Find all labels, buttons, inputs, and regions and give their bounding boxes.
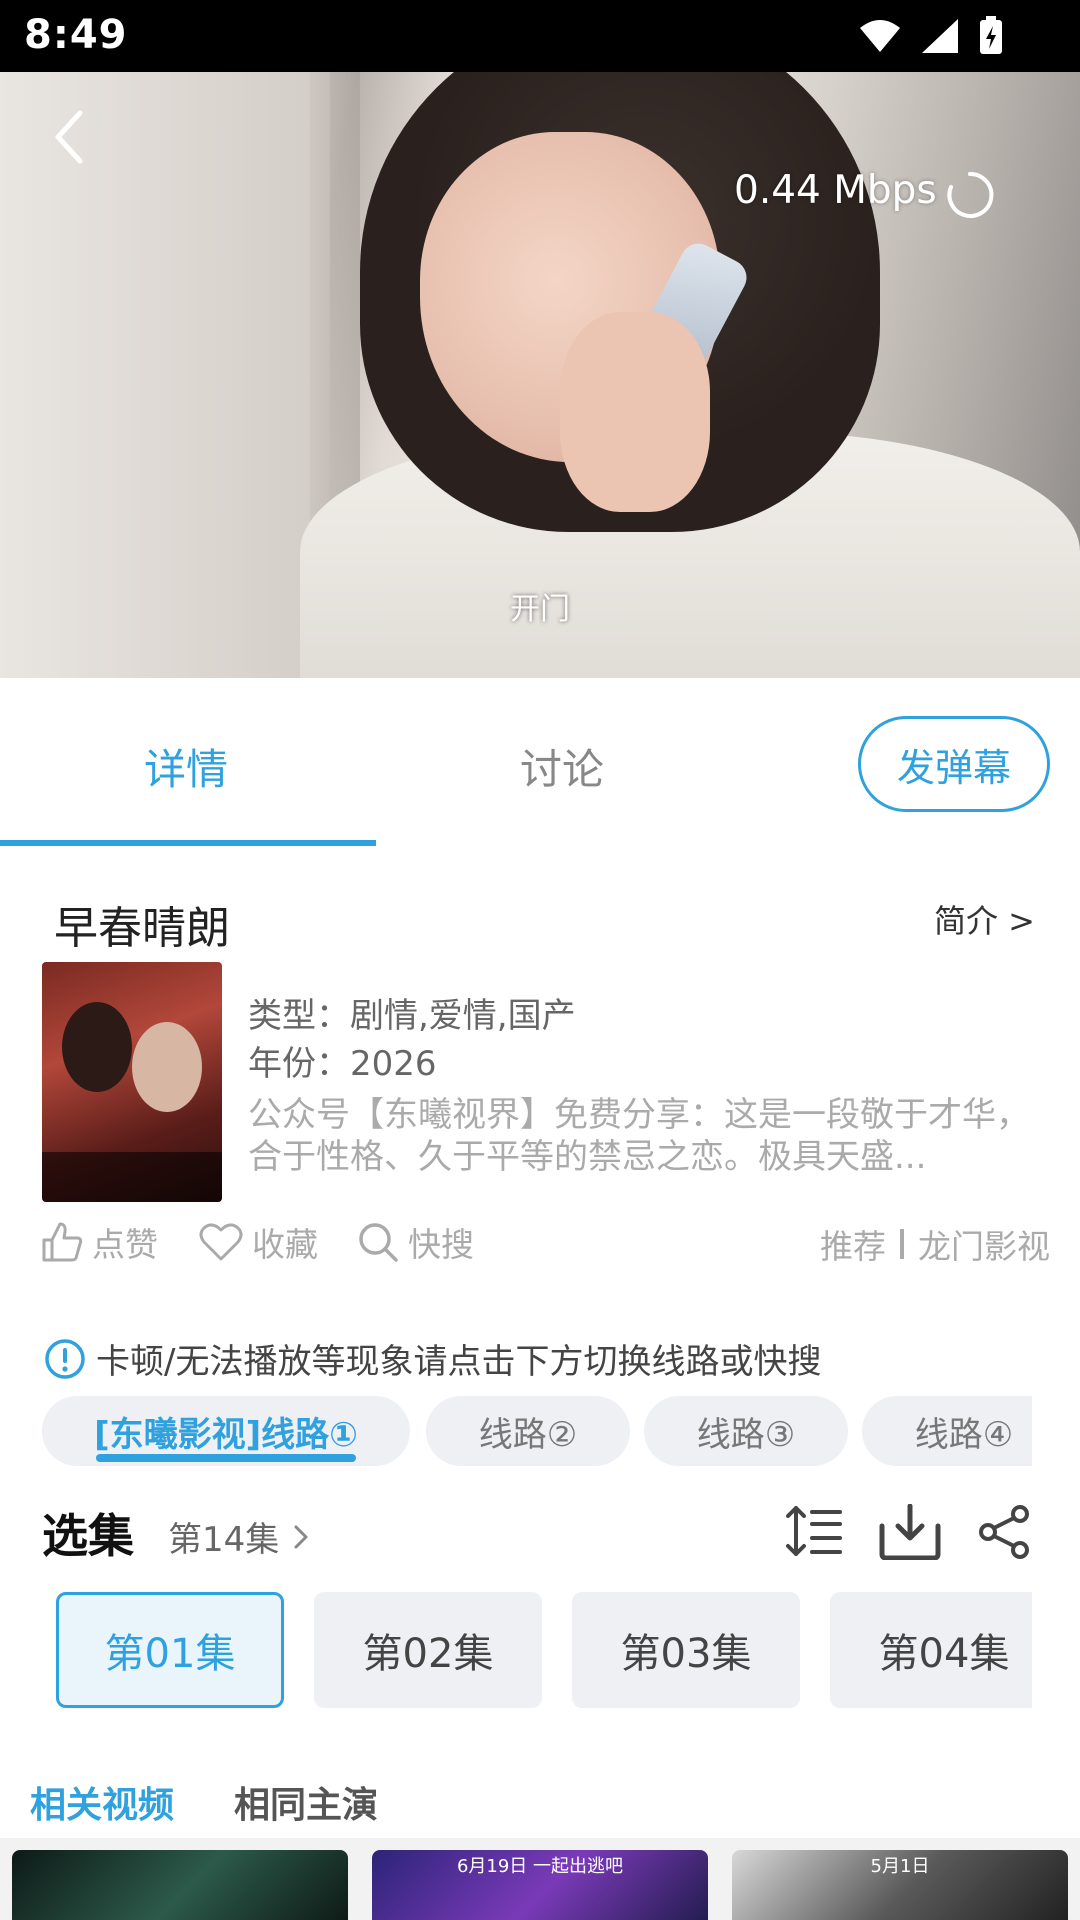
related-video-thumb-1[interactable]	[12, 1850, 348, 1920]
wifi-icon	[860, 20, 900, 52]
route-selector: [东曦影视]线路① 线路② 线路③ 线路④	[42, 1396, 1032, 1466]
action-row: 点赞 收藏 快搜 推荐 龙门影视	[40, 1218, 1050, 1270]
sort-list-icon[interactable]	[784, 1504, 844, 1560]
episode-button-02[interactable]: 第02集	[314, 1592, 542, 1708]
episode-section-title: 选集	[42, 1509, 134, 1563]
related-video-thumb-3[interactable]: 5月1日	[732, 1850, 1068, 1920]
show-title: 早春晴朗	[54, 903, 230, 954]
download-icon[interactable]	[878, 1504, 942, 1560]
status-icons	[858, 16, 1004, 56]
like-button[interactable]: 点赞	[40, 1218, 158, 1266]
episode-list: 第01集 第02集 第03集 第04集	[56, 1592, 1032, 1708]
thumb-caption: 5月1日	[870, 1856, 930, 1877]
related-tabs: 相关视频 相同主演	[30, 1776, 378, 1828]
status-bar: 8:49	[0, 0, 1080, 72]
search-icon	[359, 1223, 398, 1262]
recommend-source[interactable]: 推荐 龙门影视	[820, 1220, 1050, 1268]
show-poster[interactable]	[42, 962, 222, 1202]
favorite-label: 收藏	[252, 1225, 318, 1264]
show-year: 年份：2026	[248, 1044, 437, 1084]
route-label: [东曦影视]线路①	[94, 1414, 358, 1455]
thumb-caption	[12, 1850, 348, 1852]
related-video-strip: 6月19日 一起出逃吧 5月1日	[0, 1838, 1080, 1920]
battery-icon	[980, 16, 1002, 54]
signal-icon	[922, 19, 958, 53]
tab-details[interactable]: 详情	[144, 736, 228, 797]
quick-search-button[interactable]: 快搜	[356, 1218, 474, 1266]
video-subtitle: 开门	[510, 592, 570, 627]
source-label: 龙门影视	[918, 1227, 1050, 1266]
episode-button-03[interactable]: 第03集	[572, 1592, 800, 1708]
related-video-thumb-2[interactable]: 6月19日 一起出逃吧	[372, 1850, 708, 1920]
like-label: 点赞	[92, 1225, 158, 1264]
chevron-right-icon	[294, 1525, 308, 1548]
route-label: 线路③	[696, 1414, 796, 1455]
tab-same-cast[interactable]: 相同主演	[234, 1776, 378, 1828]
tab-discussion[interactable]: 讨论	[520, 736, 604, 797]
episode-header: 选集 第14集	[42, 1500, 1032, 1564]
route-label: 线路④	[914, 1414, 1014, 1455]
show-description[interactable]: 公众号【东曦视界】免费分享：这是一段敬于才华，合于性格、久于平等的禁忌之恋。极具…	[248, 1094, 1038, 1178]
detail-tabs: 详情 讨论 发弹幕	[0, 678, 1080, 846]
loading-spinner-icon	[947, 171, 994, 218]
show-type: 类型：剧情,爱情,国产	[248, 996, 576, 1036]
favorite-button[interactable]: 收藏	[198, 1218, 318, 1266]
route-chip-3[interactable]: 线路③	[644, 1396, 848, 1466]
divider	[900, 1229, 904, 1259]
route-chip-4[interactable]: 线路④	[862, 1396, 1032, 1466]
notice-text: 卡顿/无法播放等现象请点击下方切换线路或快搜	[96, 1342, 822, 1382]
info-circle-icon	[45, 1338, 85, 1379]
active-tab-indicator	[0, 840, 376, 846]
tab-related-videos[interactable]: 相关视频	[30, 1776, 174, 1828]
thumb-caption: 6月19日 一起出逃吧	[456, 1856, 624, 1877]
back-button[interactable]	[40, 102, 100, 172]
recommend-label: 推荐	[820, 1227, 886, 1266]
route-chip-1[interactable]: [东曦影视]线路①	[42, 1396, 410, 1466]
quick-search-label: 快搜	[408, 1225, 474, 1264]
send-danmu-button[interactable]: 发弹幕	[858, 716, 1050, 812]
poster-figure-2	[132, 1022, 202, 1112]
heart-icon	[199, 1223, 243, 1261]
poster-banner	[42, 1152, 222, 1202]
video-frame-hand	[560, 312, 710, 512]
route-chip-2[interactable]: 线路②	[426, 1396, 630, 1466]
episode-button-01[interactable]: 第01集	[56, 1592, 284, 1708]
video-player[interactable]: 0.44 Mbps 开门	[0, 72, 1080, 678]
poster-figure-1	[62, 1002, 132, 1092]
intro-link[interactable]: 简介 >	[934, 896, 1035, 942]
episode-tools	[784, 1504, 1032, 1560]
playback-notice: 卡顿/无法播放等现象请点击下方切换线路或快搜	[44, 1334, 821, 1383]
thumbs-up-icon	[42, 1222, 83, 1262]
chevron-left-icon	[55, 110, 83, 164]
episode-button-04[interactable]: 第04集	[830, 1592, 1032, 1708]
route-active-indicator	[96, 1454, 356, 1462]
current-episode-link[interactable]: 第14集	[168, 1512, 309, 1561]
route-label: 线路②	[478, 1414, 578, 1455]
share-icon[interactable]	[976, 1504, 1032, 1560]
network-speed: 0.44 Mbps	[734, 168, 937, 213]
current-episode-label: 第14集	[168, 1520, 280, 1560]
status-time: 8:49	[24, 12, 128, 58]
